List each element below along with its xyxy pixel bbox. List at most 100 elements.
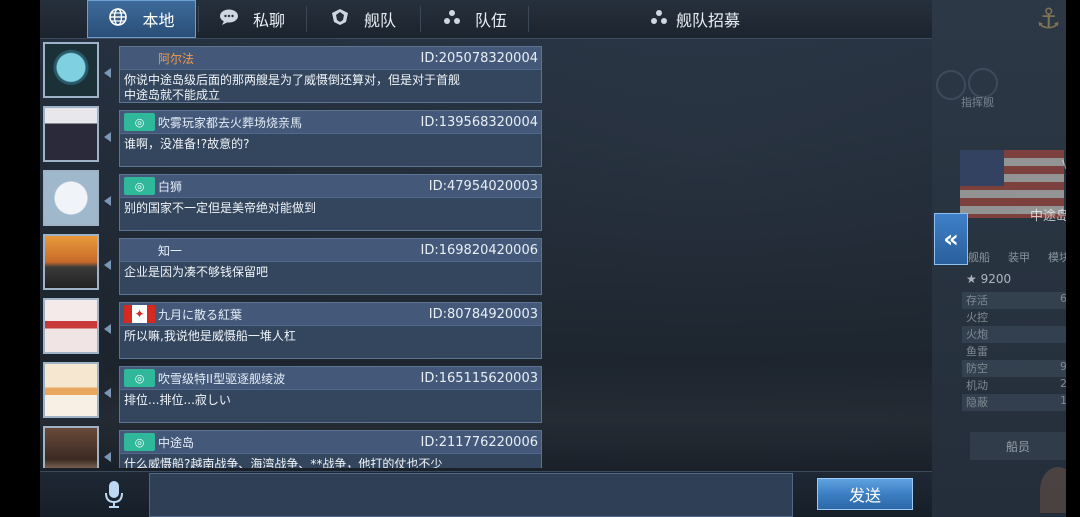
player-name[interactable]: 中途岛 xyxy=(158,434,194,451)
chat-tab-bar: 本地 私聊 舰队 队伍 舰队招募 xyxy=(40,0,932,39)
message-header: ✦ 九月に散る紅葉 ID:80784920003 xyxy=(120,303,541,326)
message-header: ◎ 吹雪级特II型驱逐舰绫波 ID:165115620003 xyxy=(120,367,541,390)
recruit-dots-icon xyxy=(650,9,668,29)
tab-label: 舰队 xyxy=(363,11,396,30)
tab-team[interactable]: 队伍 xyxy=(422,0,528,38)
stat-row: 隐蔽18 xyxy=(962,394,1080,411)
message-bubble: 知一 ID:169820420006 企业是因为凑不够钱保留吧 xyxy=(119,238,542,295)
crew-button[interactable]: 船员 xyxy=(970,432,1066,460)
chat-message: ✦ 九月に散る紅葉 ID:80784920003 所以嘛,我说他是威慑船一堆人杠 xyxy=(40,294,546,359)
microphone-icon[interactable] xyxy=(102,478,126,510)
chat-message: ◎ 吹雾玩家都去火葬场烧亲馬 ID:139568320004 谁啊，没准备!?故… xyxy=(40,102,546,167)
message-bubble: ◎ 吹雾玩家都去火葬场烧亲馬 ID:139568320004 谁啊，没准备!?故… xyxy=(119,110,542,167)
player-name[interactable]: 知一 xyxy=(158,242,182,259)
tab-fleet-recruit[interactable]: 舰队招募 xyxy=(630,0,760,38)
bubble-pointer xyxy=(104,452,111,462)
tab-label: 舰队招募 xyxy=(675,11,740,30)
anchor-icon[interactable]: ⚓ xyxy=(1036,2,1061,35)
stat-row: 防空93 xyxy=(962,360,1080,377)
chat-message: ◎ 白狮 ID:47954020003 别的国家不一定但是美帝绝对能做到 xyxy=(40,166,546,231)
player-name[interactable]: 九月に散る紅葉 xyxy=(158,306,242,323)
stat-row: 火炮9 xyxy=(962,326,1080,343)
player-avatar[interactable] xyxy=(43,42,99,98)
ship-panel-tabs[interactable]: 舰船 装甲 模块 xyxy=(968,249,1070,265)
tab-divider xyxy=(420,6,421,32)
player-avatar[interactable] xyxy=(43,362,99,418)
bubble-pointer xyxy=(104,324,111,334)
player-name[interactable]: 阿尔法 xyxy=(158,50,194,67)
stat-row: 火控8 xyxy=(966,309,1074,324)
message-list[interactable]: 阿尔法 ID:205078320004 你说中途岛级后面的那两艘是为了威慑倒还算… xyxy=(40,38,546,468)
message-bubble: ✦ 九月に散る紅葉 ID:80784920003 所以嘛,我说他是威慑船一堆人杠 xyxy=(119,302,542,359)
double-chevron-left-icon: « xyxy=(943,225,959,253)
player-id: ID:169820420006 xyxy=(420,242,538,258)
left-letterbox xyxy=(0,0,40,517)
bubble-pointer xyxy=(104,68,111,78)
player-avatar[interactable] xyxy=(43,298,99,354)
message-text: 排位...排位...寂しい xyxy=(124,393,231,407)
message-text: 别的国家不一定但是美帝绝对能做到 xyxy=(124,201,317,215)
bubble-pointer xyxy=(104,196,111,206)
chat-message: 阿尔法 ID:205078320004 你说中途岛级后面的那两艘是为了威慑倒还算… xyxy=(40,38,546,103)
tab-fleet[interactable]: 舰队 xyxy=(308,0,418,38)
player-id: ID:165115620003 xyxy=(420,370,538,386)
right-letterbox xyxy=(1066,0,1080,517)
message-text: 所以嘛,我说他是威慑船一堆人杠 xyxy=(124,329,296,343)
un-flag-icon: ◎ xyxy=(124,177,155,195)
message-header: 阿尔法 ID:205078320004 xyxy=(120,47,541,70)
message-header: ◎ 白狮 ID:47954020003 xyxy=(120,175,541,198)
collapse-chat-button[interactable]: « xyxy=(934,213,968,265)
message-bubble: 阿尔法 ID:205078320004 你说中途岛级后面的那两艘是为了威慑倒还算… xyxy=(119,46,542,103)
player-name[interactable]: 白狮 xyxy=(158,178,182,195)
un-flag-icon: ◎ xyxy=(124,369,155,387)
message-header: ◎ 中途岛 ID:211776220006 xyxy=(120,431,541,454)
message-text: 企业是因为凑不够钱保留吧 xyxy=(124,265,269,279)
chat-input-bar: 发送 xyxy=(40,471,932,517)
team-dots-icon xyxy=(443,9,461,29)
ship-stats: 存活67 火控8 火炮9 鱼雷0 防空93 机动29 隐蔽18 xyxy=(962,292,1080,411)
bubble-pointer xyxy=(104,388,111,398)
ship-tab-ship[interactable]: 舰船 xyxy=(968,249,990,265)
tab-divider xyxy=(528,6,529,32)
player-avatar[interactable] xyxy=(43,106,99,162)
player-id: ID:139568320004 xyxy=(420,114,538,130)
un-flag-icon: ◎ xyxy=(124,433,155,451)
message-text: 你说中途岛级后面的那两艘是为了威慑倒还算对，但是对于首舰 中途岛就不能成立 xyxy=(124,73,461,102)
stat-row: 鱼雷0 xyxy=(966,343,1074,358)
player-name[interactable]: 吹雪级特II型驱逐舰绫波 xyxy=(158,370,285,387)
player-avatar[interactable] xyxy=(43,170,99,226)
chat-message: 知一 ID:169820420006 企业是因为凑不够钱保留吧 xyxy=(40,230,546,295)
player-name[interactable]: 吹雾玩家都去火葬场烧亲馬 xyxy=(158,114,302,131)
ship-name: 中途岛 xyxy=(1030,209,1070,224)
player-avatar[interactable] xyxy=(43,234,99,290)
tab-label: 队伍 xyxy=(474,11,507,30)
message-text: 什么威慑船?越南战争、海湾战争、**战争，他打的仗也不少 xyxy=(124,457,443,468)
message-bubble: ◎ 吹雪级特II型驱逐舰绫波 ID:165115620003 排位...排位..… xyxy=(119,366,542,423)
chat-message: ◎ 吹雪级特II型驱逐舰绫波 ID:165115620003 排位...排位..… xyxy=(40,358,546,423)
bubble-pointer xyxy=(104,132,111,142)
speech-bubble-icon xyxy=(219,8,239,30)
tab-local[interactable]: 本地 xyxy=(87,0,196,38)
tab-label: 私聊 xyxy=(252,11,285,30)
fleet-emblem-icon xyxy=(330,8,350,30)
player-id: ID:80784920003 xyxy=(428,306,538,322)
tab-divider xyxy=(198,6,199,32)
ship-power: ★ 9200 xyxy=(966,272,1012,286)
game-screen: ⚓ 指挥舰 V 中途岛 舰船 装甲 模块 ★ 9200 存活67 火控8 火炮9… xyxy=(0,0,1080,517)
message-bubble: ◎ 白狮 ID:47954020003 别的国家不一定但是美帝绝对能做到 xyxy=(119,174,542,231)
bubble-pointer xyxy=(104,260,111,270)
send-button[interactable]: 发送 xyxy=(817,478,913,510)
stat-row: 机动29 xyxy=(966,377,1074,392)
tab-private-chat[interactable]: 私聊 xyxy=(200,0,304,38)
canada-flag-icon: ✦ xyxy=(124,305,155,323)
message-bubble: ◎ 中途岛 ID:211776220006 什么威慑船?越南战争、海湾战争、**… xyxy=(119,430,542,468)
player-avatar[interactable] xyxy=(43,426,99,468)
message-header: 知一 ID:169820420006 xyxy=(120,239,541,262)
player-id: ID:47954020003 xyxy=(428,178,538,194)
chat-message: ◎ 中途岛 ID:211776220006 什么威慑船?越南战争、海湾战争、**… xyxy=(40,422,546,468)
commander-label: 指挥舰 xyxy=(961,96,994,109)
tab-label: 本地 xyxy=(142,11,175,30)
globe-icon xyxy=(108,7,128,31)
chat-input-field[interactable] xyxy=(149,473,793,517)
ship-tab-armor[interactable]: 装甲 xyxy=(1008,249,1030,265)
